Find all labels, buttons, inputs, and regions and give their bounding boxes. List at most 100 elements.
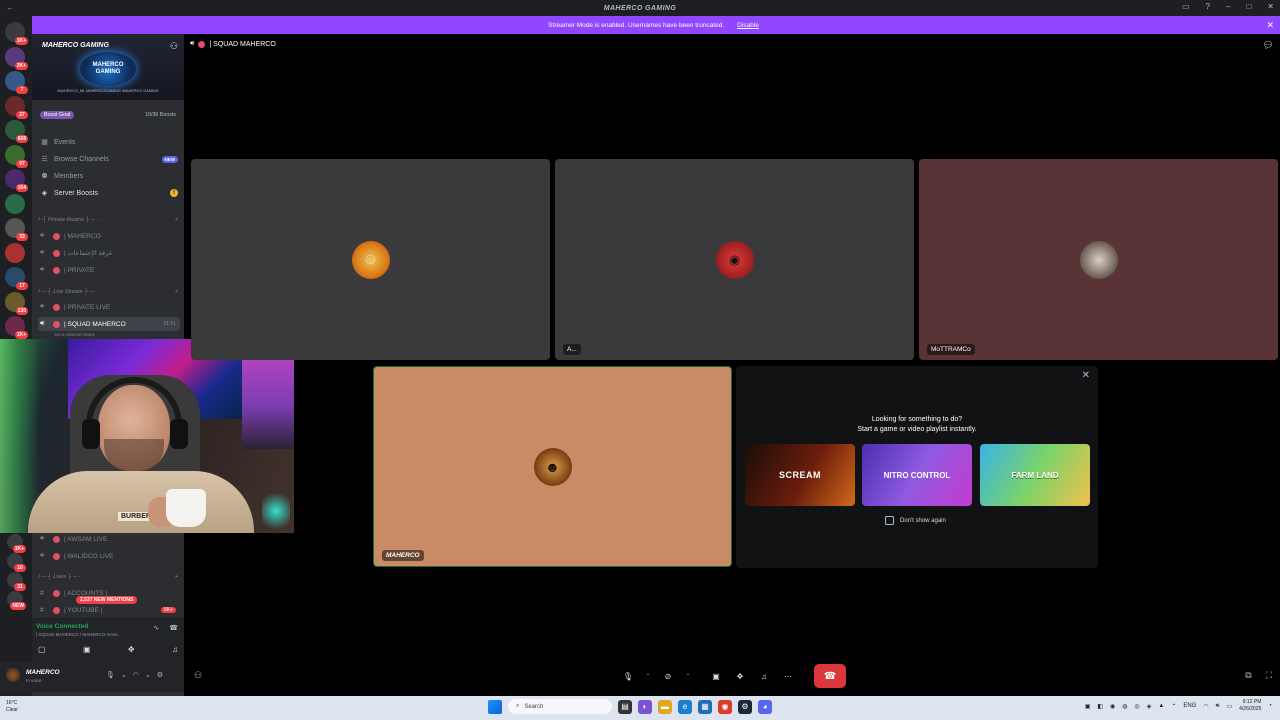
channel-status-prompt[interactable]: Set a channel status bbox=[54, 332, 95, 337]
help-icon[interactable]: ? bbox=[1206, 2, 1210, 11]
disconnect-icon[interactable]: ☎ bbox=[169, 624, 178, 632]
minimize-button[interactable]: – bbox=[1226, 2, 1230, 11]
noise-suppression-icon[interactable]: ∿ bbox=[153, 624, 159, 632]
file-explorer-icon[interactable]: ▬ bbox=[658, 699, 672, 714]
game-card-scream[interactable]: SCREAM bbox=[745, 444, 855, 506]
close-icon[interactable]: ✕ bbox=[1082, 370, 1090, 381]
pop-out-icon[interactable]: ⧉ bbox=[1245, 670, 1251, 681]
tray-app-icon[interactable]: ▣ bbox=[1085, 703, 1091, 710]
language-indicator[interactable]: ENG bbox=[1183, 703, 1196, 709]
category-live-stream[interactable]: ⊦ ─ ┤ Live Stream ├ ─ · · + bbox=[38, 289, 178, 299]
nav-server-boosts[interactable]: ◈ Server Boosts ! bbox=[40, 186, 178, 200]
camera-icon[interactable]: ▢ bbox=[38, 645, 46, 654]
server-icon[interactable]: NEW bbox=[7, 591, 26, 610]
nav-members[interactable]: ⚉ Members bbox=[40, 169, 178, 183]
channel-squad-maherco[interactable]: 🔊︎ | SQUAD MAHERCO 21:51 bbox=[38, 317, 180, 331]
nav-events[interactable]: ▦ Events bbox=[40, 135, 178, 149]
more-options-icon[interactable]: ⋯ bbox=[780, 668, 796, 684]
chevron-down-icon[interactable]: ⌄ bbox=[121, 671, 127, 679]
soundboard-icon[interactable]: ♫ bbox=[756, 668, 772, 684]
nav-browse-channels[interactable]: ☰ Browse Channels NEW bbox=[40, 152, 178, 166]
activity-icon[interactable]: ✥ bbox=[128, 645, 135, 654]
category-lives[interactable]: ⊦ ─ ┤ Lives ├ ─ · · + bbox=[38, 574, 178, 584]
chrome-icon[interactable]: ◉ bbox=[718, 699, 732, 714]
game-card-farm-land[interactable]: FARM LAND bbox=[980, 444, 1090, 506]
disable-streamer-mode-button[interactable]: Disable bbox=[732, 20, 764, 31]
channel-private-live[interactable]: 🔊︎ | PRIVATE LIVE bbox=[38, 300, 180, 314]
screen-share-icon[interactable]: ▣ bbox=[83, 645, 91, 654]
chevron-up-icon[interactable]: ⌃ bbox=[684, 668, 692, 684]
server-icon[interactable]: 17 bbox=[5, 267, 28, 290]
channel-arabic-room[interactable]: 🔊︎ | غرفة الإجتماعات bbox=[38, 246, 180, 260]
steam-icon[interactable]: ⚙ bbox=[738, 699, 752, 714]
add-channel-icon[interactable]: + bbox=[175, 574, 178, 584]
task-view-icon[interactable]: ▤ bbox=[618, 699, 632, 714]
server-icon[interactable]: 27 bbox=[5, 95, 28, 119]
disconnect-call-button[interactable]: ☎ bbox=[814, 664, 846, 688]
channel-walidco-live[interactable]: 🔊︎ | WALIDCO LIVE bbox=[38, 549, 180, 563]
volume-icon[interactable]: 🔊︎ bbox=[1216, 703, 1220, 710]
server-icon[interactable]: 1K+ bbox=[5, 22, 28, 45]
channel-accounts[interactable]: # | ACCOUNTS | 2,537 NEW MENTIONS bbox=[38, 586, 180, 604]
activities-icon[interactable]: ✥ bbox=[732, 668, 748, 684]
add-channel-icon[interactable]: + bbox=[175, 289, 178, 299]
server-icon[interactable]: 668 bbox=[5, 120, 28, 143]
server-header[interactable]: MAHERCO GAMING ⚇ MAHERCO GAMING /MAHERCO… bbox=[32, 34, 184, 100]
screen-share-icon[interactable]: ▣ bbox=[708, 668, 724, 684]
edge-icon[interactable]: e bbox=[678, 699, 692, 714]
notification-icon[interactable]: ◔ bbox=[1268, 703, 1272, 709]
channel-awsam-live[interactable]: 🔊︎ | AWSAM LIVE bbox=[38, 532, 180, 546]
voice-channel-path[interactable]: | SQUAD MAHERCO / MAHERCO GAM... bbox=[36, 632, 121, 637]
gear-icon[interactable]: ⚙ bbox=[157, 671, 163, 679]
close-window-button[interactable]: ✕ bbox=[1267, 2, 1274, 11]
wifi-icon[interactable]: ◠ bbox=[1203, 703, 1208, 710]
taskbar-search[interactable]: ⌕ Search bbox=[508, 699, 612, 714]
server-icon[interactable] bbox=[5, 193, 25, 214]
chat-bubble-icon[interactable]: 💬︎ bbox=[1263, 40, 1274, 51]
maximize-button[interactable]: □ bbox=[1246, 2, 1251, 11]
dont-show-again-checkbox[interactable] bbox=[885, 516, 894, 525]
participant-tile[interactable]: ◉ A... bbox=[555, 159, 914, 360]
channel-private[interactable]: 🔊︎ | PRIVATE bbox=[38, 263, 180, 277]
microphone-icon[interactable]: 🎙︎ bbox=[106, 671, 115, 679]
tray-app-icon[interactable]: ◧ bbox=[1097, 703, 1103, 710]
tray-app-icon[interactable]: ◎ bbox=[1135, 703, 1140, 710]
weather-widget[interactable]: 16°C Clear bbox=[6, 700, 18, 714]
tray-app-icon[interactable]: ◍ bbox=[1122, 703, 1127, 710]
microphone-icon[interactable]: 🎙︎ bbox=[620, 668, 636, 684]
participant-tile-speaking[interactable]: ☻ MAHERCO bbox=[373, 366, 732, 567]
dont-show-again-row[interactable]: Don't show again bbox=[885, 516, 946, 525]
chevron-up-icon[interactable]: ⌃ bbox=[1171, 703, 1176, 710]
channel-youtube[interactable]: # | YOUTUBE | 5K+ bbox=[38, 603, 180, 617]
server-icon[interactable]: 164 bbox=[5, 169, 28, 192]
tray-app-icon[interactable]: ◈ bbox=[1147, 703, 1152, 710]
server-icon[interactable]: 31 bbox=[7, 572, 26, 591]
participant-tile[interactable]: MoTTRAMCo bbox=[919, 159, 1278, 360]
server-icon[interactable]: 33 bbox=[5, 218, 28, 241]
clock[interactable]: 8:12 PM 4/26/2025 bbox=[1239, 699, 1261, 713]
server-icon[interactable]: 97 bbox=[5, 144, 28, 168]
avatar[interactable] bbox=[6, 668, 20, 682]
add-channel-icon[interactable]: + bbox=[175, 217, 178, 227]
server-icon[interactable] bbox=[5, 242, 25, 263]
participant-tile[interactable]: ☺ bbox=[191, 159, 550, 360]
add-member-icon[interactable]: ⚇ bbox=[170, 41, 178, 52]
category-private-rooms[interactable]: ⊦ ┤ Private Rooms ├ ─ · · + bbox=[38, 217, 178, 227]
copilot-icon[interactable]: ◐ bbox=[638, 699, 652, 714]
camera-off-icon[interactable]: ⊘ bbox=[660, 668, 676, 684]
server-icon[interactable]: 130 bbox=[5, 291, 28, 315]
soundboard-person-icon[interactable]: ⚇ bbox=[194, 670, 202, 681]
server-icon[interactable]: 7 bbox=[5, 71, 28, 94]
game-card-nitro-control[interactable]: NITRO CONTROL bbox=[862, 444, 972, 506]
discord-icon[interactable]: ◕ bbox=[758, 699, 772, 714]
headphones-icon[interactable]: ◠ bbox=[133, 671, 139, 679]
chevron-down-icon[interactable]: ⌄ bbox=[145, 671, 151, 679]
battery-icon[interactable]: ▭ bbox=[1226, 703, 1232, 710]
soundboard-icon[interactable]: ♫ bbox=[172, 645, 178, 654]
server-icon[interactable]: 1K+ bbox=[5, 316, 28, 339]
fullscreen-icon[interactable]: ⛶ bbox=[1266, 670, 1272, 681]
store-icon[interactable]: ▦ bbox=[698, 699, 712, 714]
inbox-icon[interactable]: ▭ bbox=[1182, 2, 1190, 11]
server-icon[interactable]: 1K+ bbox=[7, 534, 26, 553]
channel-maherco[interactable]: 🔊︎ | MAHERCO bbox=[38, 229, 180, 243]
